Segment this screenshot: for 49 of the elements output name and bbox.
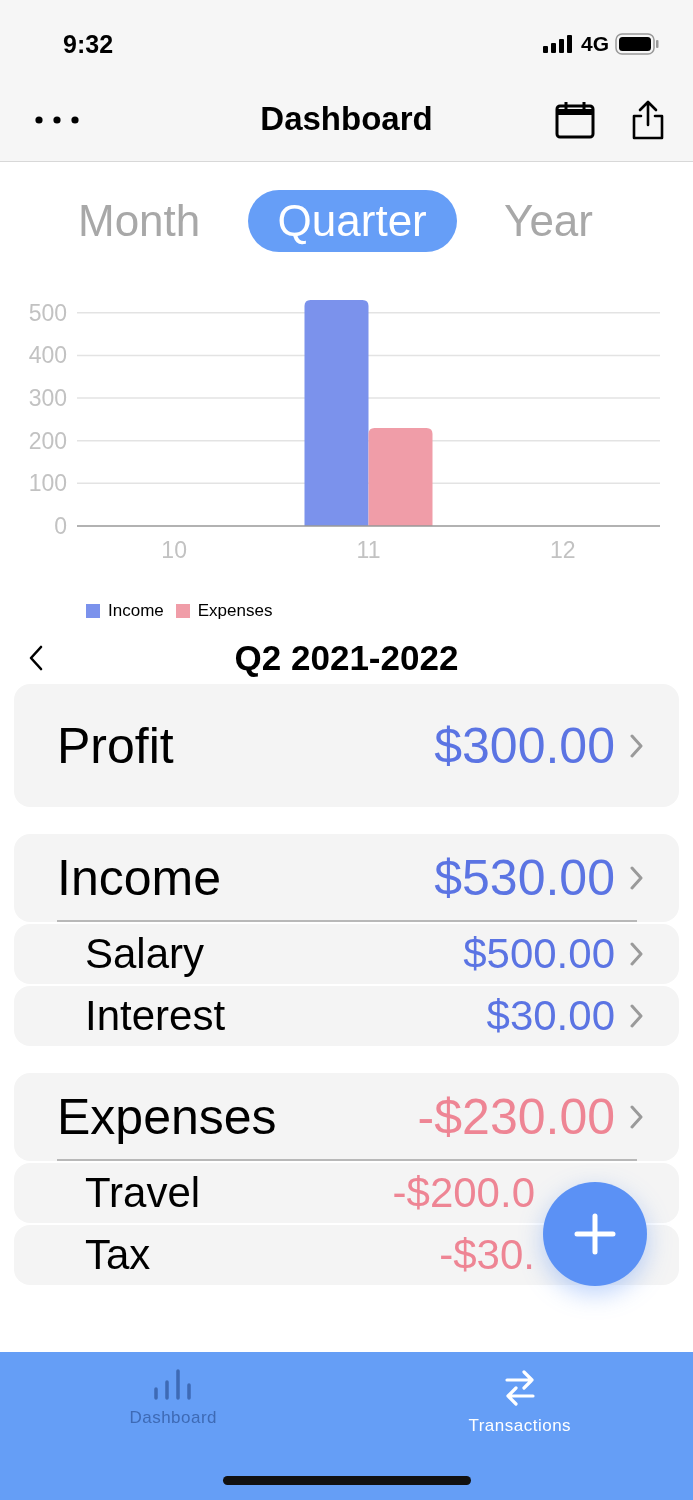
- plus-icon: [573, 1212, 617, 1256]
- bar-chart-icon: [153, 1368, 194, 1400]
- row-amount: $30.00: [486, 992, 615, 1040]
- y-axis-label: 0: [54, 513, 67, 539]
- chevron-icon: [629, 1003, 643, 1029]
- row-label: Salary: [85, 930, 206, 978]
- y-axis-label: 500: [28, 299, 67, 326]
- category-row[interactable]: Income $530.00: [14, 834, 679, 922]
- row-label: Income: [57, 849, 222, 907]
- share-icon[interactable]: [631, 100, 665, 140]
- row-label: Profit: [57, 716, 175, 775]
- y-axis-label: 400: [28, 342, 67, 369]
- row-amount: $530.00: [434, 849, 615, 907]
- row-amount: $500.00: [463, 930, 615, 978]
- chevron-icon: [629, 1104, 643, 1130]
- subcategory-row[interactable]: Travel -$200.0: [14, 1163, 679, 1223]
- row-amount: -$230.00: [417, 1088, 615, 1146]
- chevron-icon: [629, 732, 643, 759]
- row-label: Tax: [85, 1231, 152, 1279]
- category-row[interactable]: Expenses -$230.00: [14, 1073, 679, 1161]
- transfer-icon: [503, 1368, 536, 1408]
- x-axis-label: 12: [550, 537, 576, 563]
- calendar-icon[interactable]: [555, 101, 595, 139]
- profit-row[interactable]: Profit $300.00: [14, 684, 679, 807]
- row-label: Travel: [85, 1169, 202, 1217]
- legend-label: Income: [108, 601, 164, 621]
- battery-icon: [615, 33, 659, 55]
- signal-icon: [543, 35, 575, 53]
- period-title: Q2 2021-2022: [234, 638, 459, 678]
- x-axis-label: 11: [356, 537, 381, 563]
- clock: 9:32: [63, 29, 114, 59]
- row-label: Expenses: [57, 1088, 278, 1146]
- chevron-icon: [629, 865, 643, 891]
- chevron-icon: [629, 941, 643, 967]
- y-axis-label: 300: [28, 385, 67, 412]
- row-label: Interest: [85, 992, 227, 1040]
- legend-label: Expenses: [197, 601, 273, 621]
- more-icon[interactable]: [34, 115, 82, 125]
- row-amount: -$200.0: [392, 1169, 535, 1217]
- network-label: 4G: [581, 32, 609, 56]
- y-axis-label: 200: [28, 427, 67, 454]
- subcategory-row[interactable]: Interest $30.00: [14, 986, 679, 1046]
- subcategory-row[interactable]: Salary $500.00: [14, 924, 679, 984]
- row-amount: -$30.: [439, 1231, 535, 1279]
- back-icon[interactable]: [28, 644, 44, 672]
- row-amount: $300.00: [434, 716, 615, 775]
- screen-title: Dashboard: [260, 100, 433, 138]
- y-axis-label: 100: [28, 470, 67, 497]
- x-axis-label: 10: [161, 537, 187, 563]
